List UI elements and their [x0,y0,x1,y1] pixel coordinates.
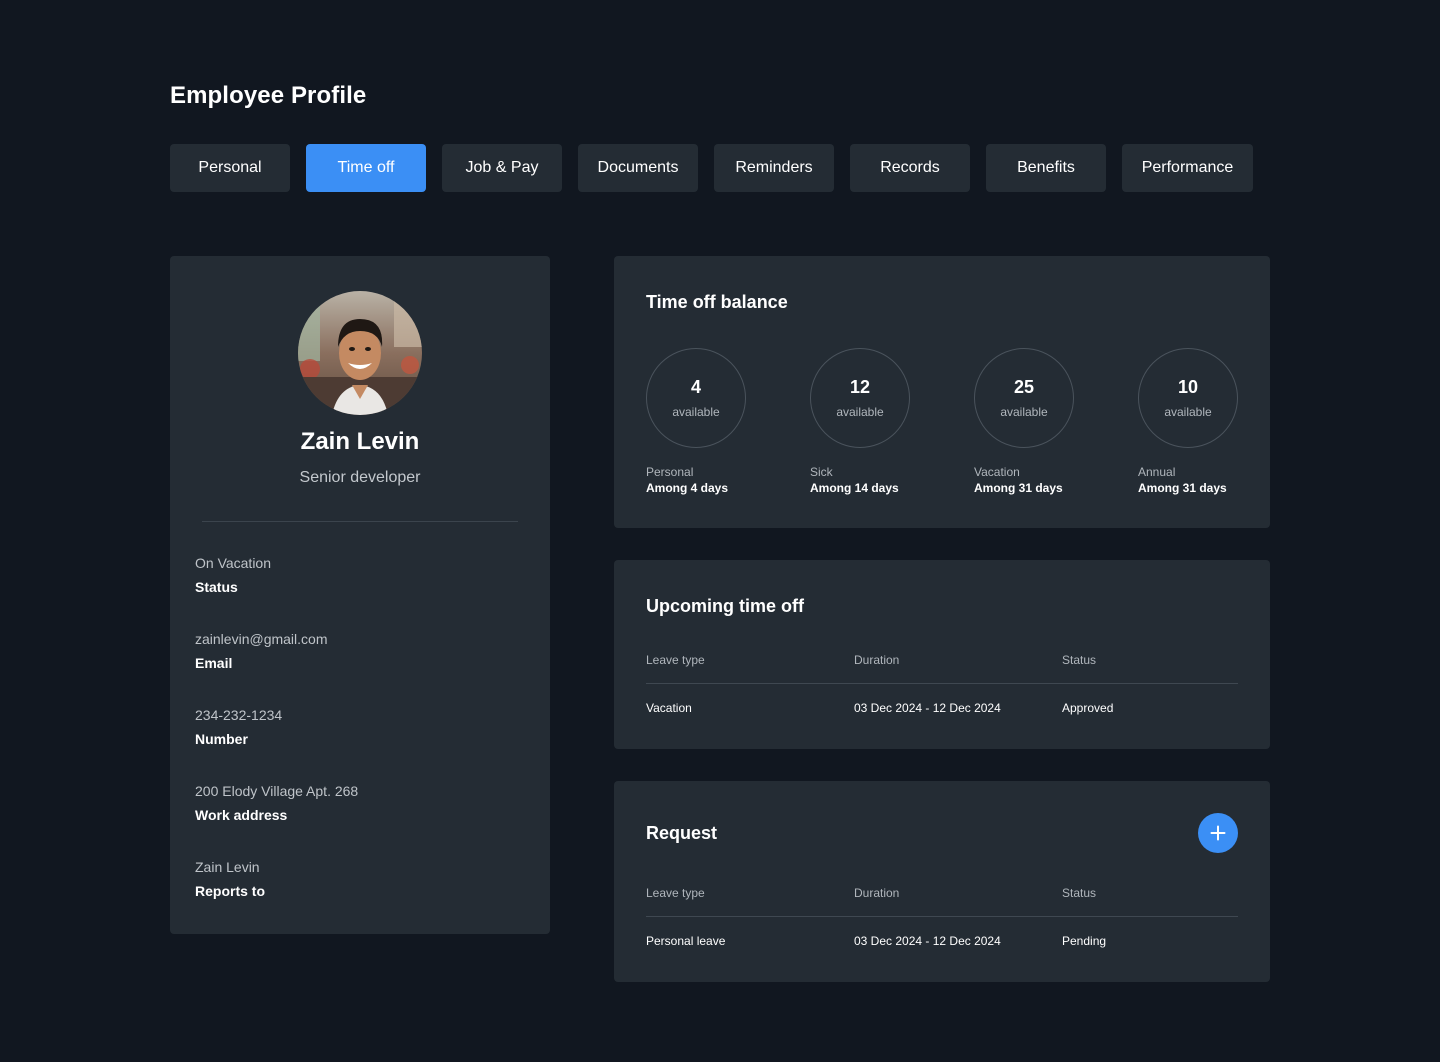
info-work-address-label: Work address [195,807,288,823]
tab-reminders[interactable]: Reminders [714,144,834,192]
balance-among: Among 31 days [1138,481,1227,495]
table-header: Leave type Duration Status [646,652,1238,668]
tab-records[interactable]: Records [850,144,970,192]
tab-time-off[interactable]: Time off [306,144,426,192]
tab-documents[interactable]: Documents [578,144,698,192]
balance-type: Annual [1138,465,1176,479]
tab-job-pay[interactable]: Job & Pay [442,144,562,192]
row-status: Approved [1062,701,1114,715]
info-email-label: Email [195,655,233,671]
table-header: Leave type Duration Status [646,885,1238,901]
column-header-status: Status [1062,653,1097,667]
column-header-status: Status [1062,886,1097,900]
info-number-label: Number [195,731,248,747]
table-divider [646,916,1238,917]
row-status: Pending [1062,934,1107,948]
balance-item-sick: 12 available Sick Among 14 days [810,348,960,496]
row-leave-type: Personal leave [646,934,726,948]
tab-personal[interactable]: Personal [170,144,290,192]
balance-unit: available [672,405,720,419]
column-header-duration: Duration [854,653,900,667]
table-divider [646,683,1238,684]
avatar [298,291,422,415]
info-reports-to: Zain Levin Reports to [195,858,265,900]
balance-count: 4 [690,377,701,397]
upcoming-time-off-card: Upcoming time off Leave type Duration St… [614,560,1270,749]
profile-name: Zain Levin [300,428,420,455]
tab-benefits[interactable]: Benefits [986,144,1106,192]
profile-role: Senior developer [299,469,421,486]
balance-circle: 4 available [646,348,746,448]
time-off-balance-card: Time off balance 4 available Personal Am… [614,256,1270,528]
balance-item-vacation: 25 available Vacation Among 31 days [974,348,1124,496]
balance-count: 12 [849,377,871,397]
plus-icon [1210,825,1226,841]
balance-circle: 25 available [974,348,1074,448]
upcoming-title: Upcoming time off [646,596,804,616]
row-leave-type: Vacation [646,701,692,715]
info-email-value[interactable]: zainlevin@gmail.com [195,630,327,648]
request-card: Request Leave type Duration Status Perso… [614,781,1270,982]
balance-type: Vacation [974,465,1020,479]
balance-among: Among 14 days [810,481,899,495]
balance-unit: available [1164,405,1212,419]
balance-type: Personal [646,465,694,479]
column-header-leave-type: Leave type [646,653,705,667]
info-reports-to-value: Zain Levin [195,859,260,875]
column-header-duration: Duration [854,886,900,900]
balance-unit: available [1000,405,1048,419]
profile-tabs: Personal Time off Job & Pay Documents Re… [170,144,1253,192]
info-number: 234-232-1234 Number [195,706,282,748]
balance-circle: 10 available [1138,348,1238,448]
column-header-leave-type: Leave type [646,886,705,900]
row-duration: 03 Dec 2024 - 12 Dec 2024 [854,701,1001,715]
balance-item-personal: 4 available Personal Among 4 days [646,348,796,496]
balance-among: Among 31 days [974,481,1063,495]
tab-performance[interactable]: Performance [1122,144,1253,192]
add-request-button[interactable] [1198,813,1238,853]
balance-circle: 12 available [810,348,910,448]
balance-title: Time off balance [646,292,788,312]
balance-type: Sick [810,465,833,479]
avatar-photo [298,291,422,415]
balance-count: 25 [1013,377,1035,397]
balance-count: 10 [1177,377,1199,397]
balance-item-annual: 10 available Annual Among 31 days [1138,348,1288,496]
table-row[interactable]: Vacation 03 Dec 2024 - 12 Dec 2024 Appro… [646,700,1238,716]
profile-divider [202,521,518,522]
profile-card: Zain Levin Senior developer On Vacation … [170,256,550,934]
balance-among: Among 4 days [646,481,729,495]
row-duration: 03 Dec 2024 - 12 Dec 2024 [854,934,1001,948]
info-status: On Vacation Status [195,554,271,596]
info-status-label: Status [195,579,238,595]
page-title: Employee Profile [170,82,367,109]
info-status-value: On Vacation [195,555,272,571]
info-reports-to-label: Reports to [195,883,265,899]
info-number-value: 234-232-1234 [195,707,283,723]
request-title: Request [646,823,718,843]
info-work-address-value: 200 Elody Village Apt. 268 [195,783,359,799]
info-work-address: 200 Elody Village Apt. 268 Work address [195,782,358,824]
table-row[interactable]: Personal leave 03 Dec 2024 - 12 Dec 2024… [646,933,1238,949]
balance-unit: available [836,405,884,419]
info-email: zainlevin@gmail.com Email [195,630,327,672]
